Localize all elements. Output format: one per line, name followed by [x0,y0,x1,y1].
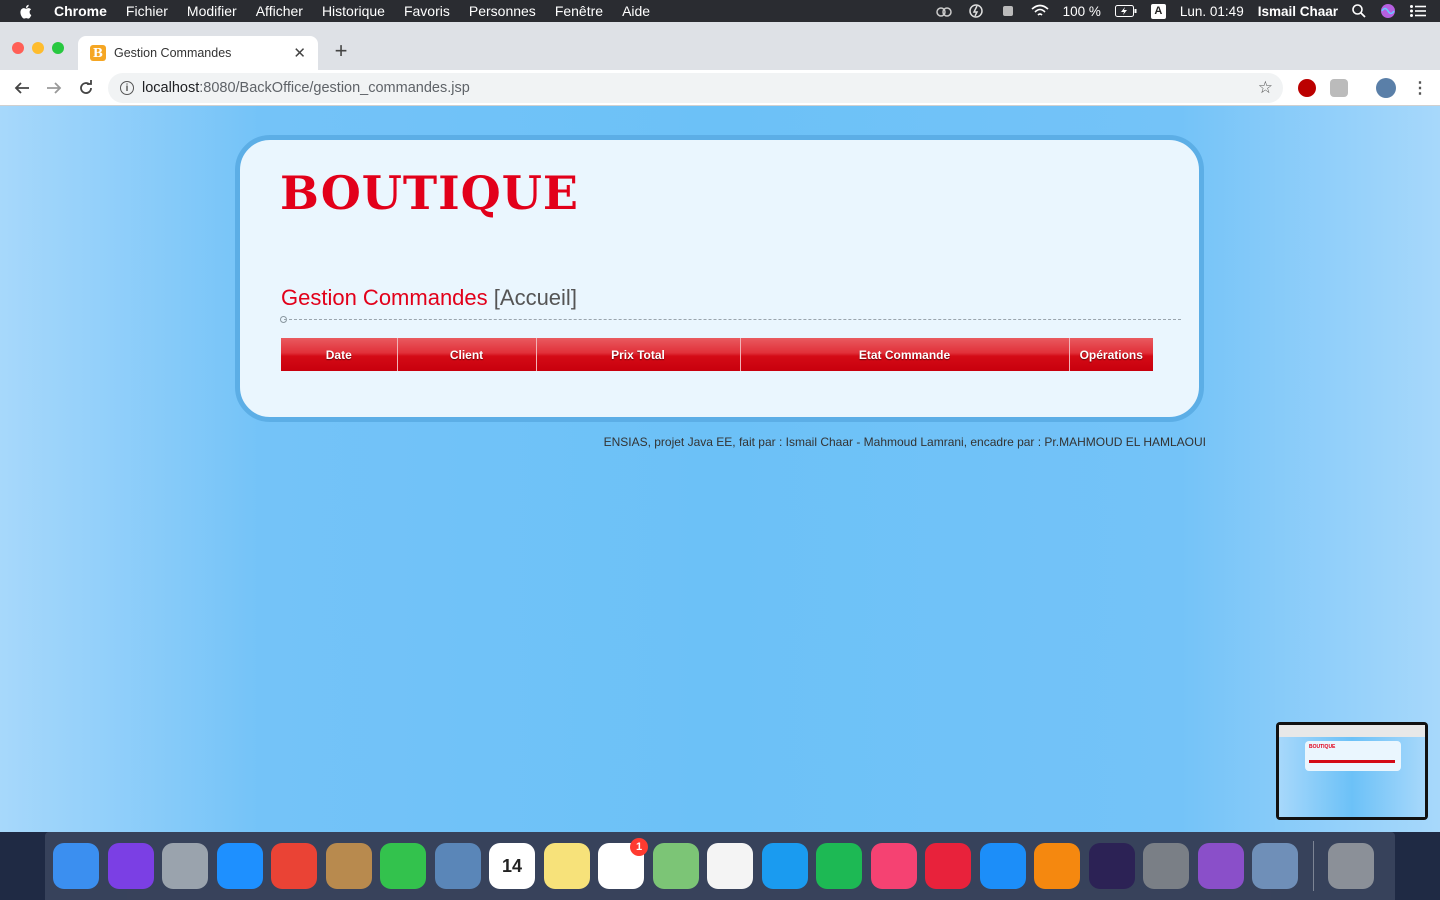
tab-favicon: B [90,45,106,61]
photos-icon[interactable] [707,843,753,889]
bookmark-star-icon[interactable]: ☆ [1258,78,1273,98]
page-footer: ENSIAS, projet Java EE, fait par : Ismai… [603,435,1206,449]
notification-center-icon[interactable] [1410,5,1426,17]
page-viewport: BOUTIQUE Gestion Commandes [Accueil] Dat… [0,106,1440,832]
reload-button[interactable] [72,74,100,102]
dock: 14 1 [45,832,1395,900]
books-icon[interactable] [1034,843,1080,889]
menu-fenetre[interactable]: Fenêtre [555,3,603,19]
tab-title: Gestion Commandes [114,46,232,60]
menu-favoris[interactable]: Favoris [404,3,450,19]
url-host: localhost [142,80,200,96]
new-tab-button[interactable]: + [330,40,352,62]
close-tab-icon[interactable]: ✕ [293,44,306,62]
notification-badge: 1 [630,838,648,856]
address-bar[interactable]: i localhost:8080/BackOffice/gestion_comm… [108,73,1283,103]
minimize-window-button[interactable] [32,42,44,54]
maps-icon[interactable] [652,843,699,889]
arrow-left-icon [14,82,29,94]
music-icon[interactable] [870,843,917,889]
creative-cloud-icon[interactable] [935,4,953,18]
user-name[interactable]: Ismail Chaar [1258,4,1338,19]
thumbnail-logo: BOUTIQUE [1309,744,1336,750]
column-header-date[interactable]: Date [281,338,398,371]
sequel-pro-icon[interactable] [1143,843,1189,889]
reload-icon [80,80,92,94]
menu-bar: Chrome Fichier Modifier Afficher Histori… [0,0,1440,22]
column-header-operations[interactable]: Opérations [1069,338,1153,371]
siri-icon[interactable] [107,843,154,889]
input-source-indicator[interactable]: A [1150,3,1166,19]
section-divider [284,319,1181,320]
orders-table: Date Client Prix Total Etat Commande Opé… [281,338,1153,371]
preview-icon[interactable] [434,843,481,889]
messages-icon[interactable] [761,843,808,889]
column-header-etat-commande[interactable]: Etat Commande [740,338,1070,371]
accueil-link[interactable]: [Accueil] [494,285,577,310]
close-window-button[interactable] [12,42,24,54]
contacts-icon[interactable] [325,843,372,889]
drive-icon[interactable] [999,4,1017,18]
notes-icon[interactable] [543,843,590,889]
url-path: :8080/BackOffice/gestion_commandes.jsp [199,80,470,96]
menu-historique[interactable]: Historique [322,3,385,19]
github-desktop-icon[interactable] [1197,843,1244,889]
menu-modifier[interactable]: Modifier [187,3,237,19]
chrome-menu-icon[interactable]: ⋮ [1412,78,1428,98]
launchpad-icon[interactable] [162,843,208,889]
calendar-icon[interactable]: 14 [489,843,535,889]
thumbnail-table-bar [1309,760,1395,763]
trash-icon[interactable] [1327,843,1374,889]
safari-icon[interactable] [216,843,263,889]
arrow-right-icon [47,82,62,94]
eclipse-icon[interactable] [1088,843,1135,889]
browser-window: B Gestion Commandes ✕ + i localhost:8080… [0,22,1440,832]
screenshot-thumbnail[interactable]: BOUTIQUE [1276,722,1428,820]
reminders-icon[interactable]: 1 [598,838,648,889]
sync-icon[interactable] [967,4,985,18]
mongodb-compass-icon[interactable] [925,843,971,889]
wifi-icon[interactable] [1031,4,1049,18]
app-store-icon[interactable] [979,843,1026,889]
site-info-icon[interactable]: i [120,81,134,95]
tab-gestion-commandes[interactable]: B Gestion Commandes ✕ [78,36,318,70]
menu-fichier[interactable]: Fichier [126,3,168,19]
back-button[interactable] [8,74,36,102]
thumbnail-preview: BOUTIQUE [1279,725,1425,817]
menu-aide[interactable]: Aide [622,3,650,19]
chrome-icon[interactable] [271,843,317,889]
dock-separator [1312,841,1314,891]
image-capture-icon[interactable] [1252,843,1298,889]
browser-toolbar: i localhost:8080/BackOffice/gestion_comm… [0,70,1440,106]
tab-strip: B Gestion Commandes ✕ + [0,22,1440,70]
profile-avatar[interactable] [1376,78,1396,98]
forward-button[interactable] [40,74,68,102]
spotify-icon[interactable] [816,843,862,889]
column-header-client[interactable]: Client [397,338,537,371]
siri-icon[interactable] [1380,3,1396,19]
dock-icon-glyph: 14 [501,855,523,876]
apple-menu-icon[interactable] [18,3,32,19]
page-title: Gestion Commandes [Accueil] [281,285,577,311]
menu-afficher[interactable]: Afficher [256,3,303,19]
zoom-window-button[interactable] [52,42,64,54]
menu-app-name[interactable]: Chrome [54,3,107,19]
boutique-logo[interactable]: BOUTIQUE [280,166,579,220]
finder-icon[interactable] [53,843,99,889]
extension-icon[interactable] [1330,79,1348,97]
content-card: BOUTIQUE Gestion Commandes [Accueil] Dat… [235,135,1204,422]
facetime-icon[interactable] [380,843,426,889]
section-title-text: Gestion Commandes [281,285,488,310]
window-controls [12,42,72,54]
battery-icon[interactable] [1114,5,1137,17]
table-header-row: Date Client Prix Total Etat Commande Opé… [281,338,1153,371]
menu-personnes[interactable]: Personnes [469,3,536,19]
column-header-prix-total[interactable]: Prix Total [536,338,741,371]
battery-percent[interactable]: 100 % [1063,4,1101,19]
spotlight-icon[interactable] [1352,4,1366,18]
clock[interactable]: Lun. 01:49 [1180,4,1244,19]
thumbnail-toolbar [1279,725,1425,737]
ublock-origin-icon[interactable] [1298,79,1316,97]
